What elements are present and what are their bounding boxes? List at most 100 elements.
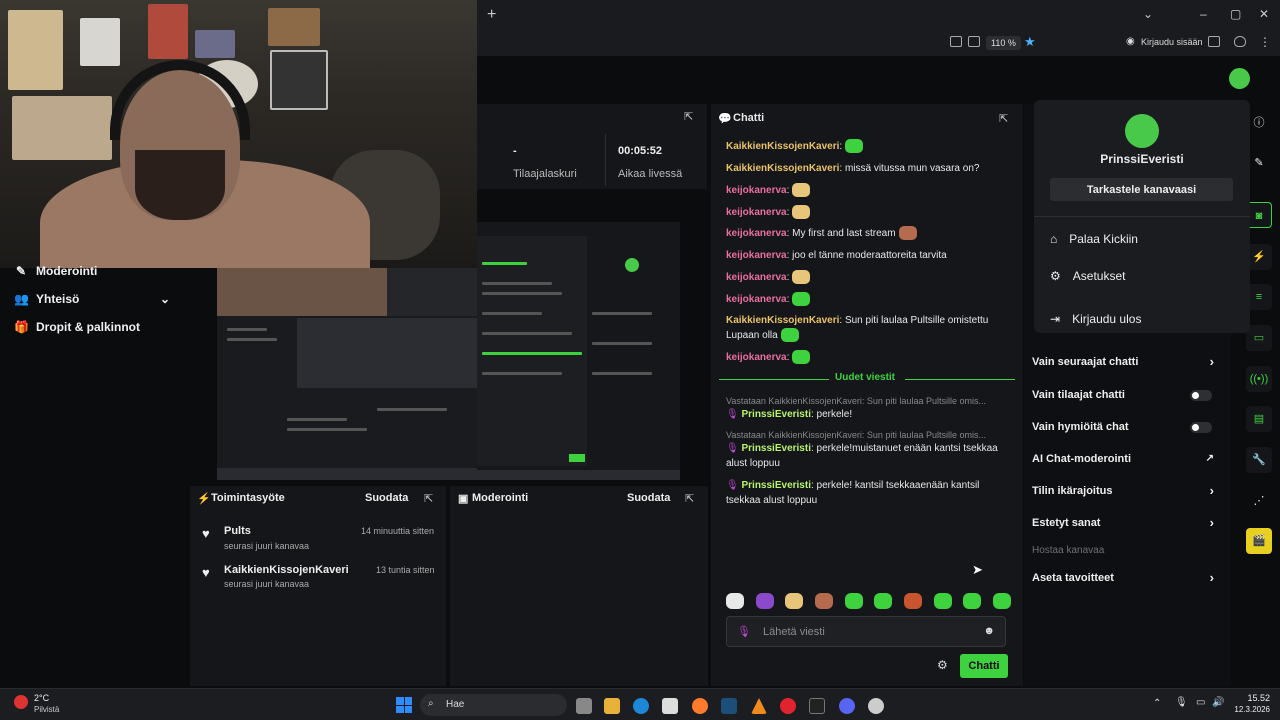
clapperboard-icon[interactable]: 🎬 [1246, 528, 1272, 554]
share-icon[interactable]: ⋰ [1246, 488, 1272, 514]
clock-time[interactable]: 15.52 [1232, 693, 1270, 703]
chat-message[interactable]: keijokanerva: [726, 270, 1016, 285]
emote-button[interactable] [933, 593, 952, 609]
chat-message[interactable]: keijokanerva: [726, 350, 1016, 365]
setting-host-channel: Hostaa kanavaa [1032, 545, 1222, 556]
store-icon[interactable] [662, 698, 678, 714]
chat-message[interactable]: KaikkienKissojenKaveri: [726, 139, 1016, 154]
view-channel-button[interactable]: Tarkastele kanavaasi [1050, 178, 1233, 201]
chat-message[interactable]: 🎙 PrinssiEveristi: perkele! kantsil tsek… [726, 478, 1016, 508]
emote-button[interactable] [992, 593, 1011, 609]
signin-button[interactable]: Kirjaudu sisään [1141, 37, 1203, 47]
reply-reference[interactable]: Vastataan KaikkienKissojenKaveri: Sun pi… [726, 396, 1011, 406]
emote-button[interactable] [903, 593, 922, 609]
profile-icon[interactable]: ◉ [1126, 36, 1135, 47]
windows-taskbar: 2°C Pilvistä ⌕ Hae ⌃ 🎙 ▭ 🔊 15.52 12.3.20… [0, 688, 1280, 720]
setting-age-restriction[interactable]: Tilin ikärajoitus › [1032, 483, 1222, 498]
heart-icon: ♥ [202, 565, 210, 580]
activity-filter-button[interactable]: Suodata [365, 492, 408, 504]
menu-item-logout[interactable]: ⇥ Kirjaudu ulos [1050, 312, 1141, 326]
steam-icon[interactable] [721, 698, 737, 714]
chat-message[interactable]: keijokanerva: joo el tänne moderaattorei… [726, 248, 1016, 263]
extensions-icon[interactable] [1208, 36, 1220, 47]
discord-icon[interactable] [839, 698, 855, 714]
opera-icon[interactable] [780, 698, 796, 714]
popout-icon[interactable]: ⇱ [424, 492, 433, 505]
menu-dots-icon[interactable]: ⋮ [1259, 35, 1271, 49]
edge-icon[interactable] [633, 698, 649, 714]
activity-user[interactable]: Pults [224, 525, 251, 537]
emote-button[interactable] [963, 593, 982, 609]
favorite-star-icon[interactable]: ★ [1024, 34, 1036, 50]
activity-user[interactable]: KaikkienKissojenKaveri [224, 564, 349, 576]
tray-chevron-icon[interactable]: ⌃ [1153, 698, 1161, 709]
sidebar-item-moderation[interactable]: ✎ Moderointi [14, 264, 97, 278]
close-icon[interactable]: ✕ [1259, 7, 1269, 21]
chat-bubble-icon[interactable]: ▭ [1246, 325, 1272, 351]
clock-date[interactable]: 12.3.2026 [1228, 705, 1270, 714]
terminal-icon[interactable] [809, 698, 825, 714]
shield-icon[interactable] [1234, 36, 1246, 47]
emote-button[interactable] [844, 593, 863, 609]
setting-emote-only[interactable]: Vain hymiöitä chat [1032, 421, 1222, 433]
microphone-icon[interactable]: 🎙 [1175, 697, 1188, 708]
setting-ai-moderation[interactable]: AI Chat-moderointi ↗ [1032, 453, 1222, 465]
tab-list-icon[interactable]: ⌄ [1143, 7, 1153, 21]
moderation-filter-button[interactable]: Suodata [627, 492, 670, 504]
chat-message[interactable]: keijokanerva: [726, 292, 1016, 307]
wrench-icon[interactable]: 🔧 [1246, 447, 1272, 473]
layers-icon[interactable]: ▤ [1246, 406, 1272, 432]
screenshot-icon[interactable] [968, 36, 980, 47]
popout-icon[interactable]: ⇱ [685, 492, 694, 505]
broadcast-icon[interactable]: ((•)) [1246, 366, 1272, 392]
network-icon[interactable]: ▭ [1196, 697, 1205, 708]
weather-temp[interactable]: 2°C [34, 693, 49, 703]
chat-input[interactable]: 🎙 Lähetä viesti ☻ [726, 616, 1006, 647]
taskbar-search[interactable]: ⌕ Hae [420, 694, 567, 716]
user-menu: PrinssiEveristi Tarkastele kanavaasi ⌂ Pa… [1034, 100, 1250, 333]
app-icon[interactable] [868, 698, 884, 714]
task-view-icon[interactable] [576, 698, 592, 714]
emote-button[interactable] [814, 593, 833, 609]
file-explorer-icon[interactable] [604, 698, 620, 714]
new-tab-button[interactable]: + [487, 6, 496, 24]
chat-message[interactable]: keijokanerva: My first and last stream [726, 226, 1016, 241]
emote-button[interactable] [726, 593, 744, 609]
maximize-icon[interactable]: ▢ [1230, 7, 1241, 21]
menu-item-settings[interactable]: ⚙ Asetukset [1050, 269, 1125, 283]
menu-item-back-to-kick[interactable]: ⌂ Palaa Kickiin [1050, 232, 1138, 246]
chevron-right-icon: › [1209, 570, 1214, 585]
minimize-icon[interactable]: – [1200, 7, 1207, 21]
chat-message[interactable]: keijokanerva: [726, 205, 1016, 220]
setting-subscribers-only[interactable]: Vain tilaajat chatti [1032, 389, 1222, 401]
firefox-icon[interactable] [692, 698, 708, 714]
sidebar-item-drops[interactable]: 🎁 Dropit & palkinnot [14, 320, 140, 334]
chat-message[interactable]: 🎙 PrinssiEveristi: perkele!muistanuet en… [726, 441, 1016, 471]
toggle-switch[interactable] [1190, 390, 1212, 401]
chat-message[interactable]: keijokanerva: [726, 183, 1016, 198]
chat-message[interactable]: KaikkienKissojenKaveri: missä vitussa mu… [726, 161, 1016, 176]
picture-in-picture-icon[interactable] [950, 36, 962, 47]
emote-button[interactable] [874, 593, 893, 609]
sidebar-item-community[interactable]: 👥 Yhteisö ⌄ [14, 292, 174, 306]
setting-followers-only[interactable]: Vain seuraajat chatti › [1032, 354, 1222, 369]
setting-goals[interactable]: Aseta tavoitteet › [1032, 570, 1222, 585]
setting-banned-words[interactable]: Estetyt sanat › [1032, 515, 1222, 530]
toggle-switch[interactable] [1190, 422, 1212, 433]
user-avatar[interactable] [1229, 68, 1250, 89]
zoom-level[interactable]: 110 % [986, 36, 1021, 50]
popout-icon[interactable]: ⇱ [684, 110, 693, 123]
emoji-icon[interactable]: ☻ [983, 625, 995, 637]
emote [792, 270, 811, 285]
vlc-icon[interactable] [751, 698, 767, 714]
emote-button[interactable] [755, 593, 774, 609]
volume-icon[interactable]: 🔊 [1212, 697, 1224, 708]
popout-icon[interactable]: ⇱ [999, 112, 1008, 125]
reply-reference[interactable]: Vastataan KaikkienKissojenKaveri: Sun pi… [726, 430, 1011, 440]
start-button[interactable] [396, 697, 412, 713]
emote-button[interactable] [785, 593, 804, 609]
chat-message[interactable]: KaikkienKissojenKaveri: Sun piti laulaa … [726, 313, 1016, 343]
chat-message[interactable]: 🎙 PrinssiEveristi: perkele! [726, 407, 1016, 422]
send-chat-button[interactable]: Chatti [960, 654, 1008, 678]
chat-settings-icon[interactable]: ⚙ [937, 658, 948, 672]
